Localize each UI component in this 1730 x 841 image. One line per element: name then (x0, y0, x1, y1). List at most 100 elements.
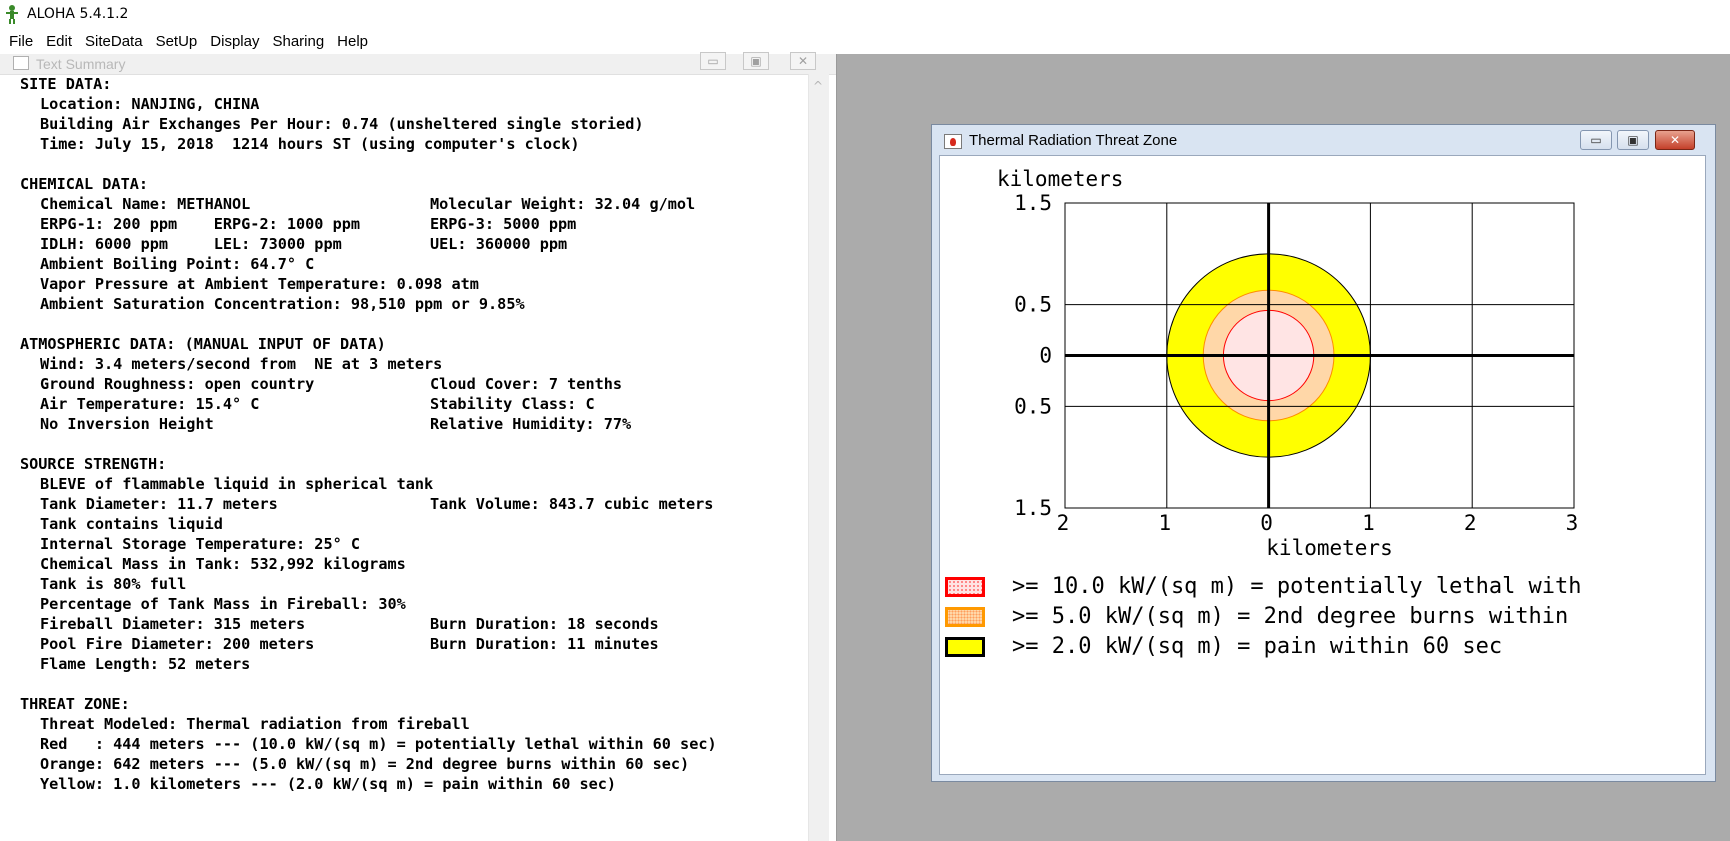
maximize-icon: ▣ (1627, 133, 1639, 147)
summary-line: Fireball Diameter: 315 meters Burn Durati… (20, 614, 808, 634)
summary-field: Ambient Saturation Concentration: 98,510… (40, 295, 525, 313)
menu-edit[interactable]: Edit (46, 33, 72, 50)
legend-swatch (945, 637, 985, 657)
summary-line: Location: NANJING, CHINA (20, 94, 808, 114)
section-heading: THREAT ZONE: (20, 695, 130, 713)
summary-field: Wind: 3.4 meters/second from NE at 3 met… (40, 355, 443, 373)
summary-field: Location: NANJING, CHINA (40, 95, 260, 113)
summary-line: Building Air Exchanges Per Hour: 0.74 (u… (20, 114, 808, 134)
maximize-icon: ▣ (750, 54, 762, 68)
summary-line: ERPG-1: 200 ppm ERPG-2: 1000 ppm ERPG-3: … (20, 214, 808, 234)
section-heading: ATMOSPHERIC DATA: (MANUAL INPUT OF DATA) (20, 335, 386, 353)
section-heading: CHEMICAL DATA: (20, 175, 149, 193)
summary-field: Building Air Exchanges Per Hour: 0.74 (u… (40, 115, 644, 133)
vertical-scrollbar[interactable]: ^ (808, 74, 829, 841)
summary-line: Tank Diameter: 11.7 meters Tank Volume: 8… (20, 494, 808, 514)
legend-item: >= 10.0 kW/(sq m) = potentially lethal w… (940, 574, 1705, 604)
summary-field: Flame Length: 52 meters (40, 655, 251, 673)
summary-field: ERPG-1: 200 ppm ERPG-2: 1000 ppm (40, 215, 361, 233)
summary-line: Ground Roughness: open country Cloud Cove… (20, 374, 808, 394)
legend-swatch (945, 577, 985, 597)
summary-line: Wind: 3.4 meters/second from NE at 3 met… (20, 354, 808, 374)
summary-field-right: Cloud Cover: 7 tenths (430, 375, 623, 393)
summary-field-right: UEL: 360000 ppm (430, 235, 568, 253)
summary-line: Time: July 15, 2018 1214 hours ST (using… (20, 134, 808, 154)
summary-field: No Inversion Height (40, 415, 214, 433)
tz-minimize-button[interactable]: ▭ (1580, 130, 1612, 150)
summary-field: Air Temperature: 15.4° C (40, 395, 260, 413)
mdi-workspace: Text Summary ▭ ▣ ✕ SITE DATA: Location: N… (0, 52, 1730, 841)
summary-field: Threat Modeled: Thermal radiation from f… (40, 715, 470, 733)
summary-line: BLEVE of flammable liquid in spherical t… (20, 474, 808, 494)
legend-label: >= 5.0 kW/(sq m) = 2nd degree burns with… (1012, 604, 1569, 629)
menu-display[interactable]: Display (210, 33, 259, 50)
legend-item: >= 5.0 kW/(sq m) = 2nd degree burns with… (940, 604, 1705, 634)
legend-label: >= 10.0 kW/(sq m) = potentially lethal w… (1012, 574, 1582, 599)
summary-field: Fireball Diameter: 315 meters (40, 615, 306, 633)
x-tick-label: 3 (1566, 511, 1579, 535)
summary-line: Vapor Pressure at Ambient Temperature: 0… (20, 274, 808, 294)
summary-field: Ambient Boiling Point: 64.7° C (40, 255, 315, 273)
menu-help[interactable]: Help (337, 33, 368, 50)
legend-label: >= 2.0 kW/(sq m) = pain within 60 sec (1012, 634, 1503, 659)
summary-field: Time: July 15, 2018 1214 hours ST (using… (40, 135, 580, 153)
close-icon: ✕ (1669, 133, 1681, 147)
minimize-icon: ▭ (707, 54, 719, 68)
summary-line: No Inversion Height Relative Humidity: 77… (20, 414, 808, 434)
y-axis-label: kilometers (997, 167, 1123, 191)
summary-field-right: Stability Class: C (430, 395, 595, 413)
menu-sitedata[interactable]: SiteData (85, 33, 143, 50)
tz-close-button[interactable]: ✕ (1655, 130, 1695, 150)
tz-maximize-button[interactable]: ▣ (1617, 130, 1649, 150)
threat-zone-window: Thermal Radiation Threat Zone ▭ ▣ ✕ kilo… (931, 124, 1716, 782)
menu-setup[interactable]: SetUp (156, 33, 198, 50)
summary-line: Yellow: 1.0 kilometers --- (2.0 kW/(sq m… (20, 774, 808, 794)
menu-sharing[interactable]: Sharing (272, 33, 324, 50)
summary-field: Vapor Pressure at Ambient Temperature: 0… (40, 275, 479, 293)
summary-line: Tank is 80% full (20, 574, 808, 594)
aloha-logo-icon (6, 5, 18, 24)
threat-zone-chart: kilometers1.50.500.51.52 1 0 1 2 3kilometers (997, 167, 1579, 560)
x-tick-label: 2 (1057, 511, 1070, 535)
close-button[interactable]: ✕ (790, 52, 816, 70)
summary-line: Pool Fire Diameter: 200 meters Burn Durat… (20, 634, 808, 654)
summary-field-right: ERPG-3: 5000 ppm (430, 215, 577, 233)
summary-line: Percentage of Tank Mass in Fireball: 30% (20, 594, 808, 614)
threat-zone-titlebar: Thermal Radiation Threat Zone ▭ ▣ ✕ (932, 125, 1715, 155)
text-summary-titlebar: Text Summary ▭ ▣ ✕ (0, 52, 836, 75)
x-axis-label: kilometers (1266, 536, 1392, 560)
scroll-up-arrow-icon[interactable]: ^ (813, 79, 823, 93)
x-tick-label: 2 (1464, 511, 1477, 535)
summary-line: Internal Storage Temperature: 25° C (20, 534, 808, 554)
threat-zone-plot-area: kilometers 1.5 0.5 0 0.5 1.5 2 1 0 1 2 3 kilometers … (939, 155, 1706, 775)
legend-swatch (945, 607, 985, 627)
y-tick-label: 0 (1039, 344, 1052, 368)
summary-line: Chemical Name: METHANOL Molecular Weight:… (20, 194, 808, 214)
summary-field-right: Relative Humidity: 77% (430, 415, 632, 433)
summary-field: BLEVE of flammable liquid in spherical t… (40, 475, 434, 493)
summary-field: Pool Fire Diameter: 200 meters (40, 635, 315, 653)
fire-icon (944, 134, 962, 149)
summary-line: Threat Modeled: Thermal radiation from f… (20, 714, 808, 734)
text-summary-window: Text Summary ▭ ▣ ✕ SITE DATA: Location: N… (0, 52, 837, 841)
minimize-icon: ▭ (1590, 133, 1602, 147)
summary-field: IDLH: 6000 ppm LEL: 73000 ppm (40, 235, 342, 253)
maximize-button[interactable]: ▣ (743, 52, 769, 70)
summary-field: Yellow: 1.0 kilometers --- (2.0 kW/(sq m… (40, 775, 617, 793)
summary-line: Flame Length: 52 meters (20, 654, 808, 674)
section-heading: SOURCE STRENGTH: (20, 455, 167, 473)
summary-field: Chemical Mass in Tank: 532,992 kilograms (40, 555, 406, 573)
summary-field: Orange: 642 meters --- (5.0 kW/(sq m) = … (40, 755, 690, 773)
app-title: ALOHA 5.4.1.2 (27, 6, 129, 22)
menu-file[interactable]: File (9, 33, 33, 50)
text-summary-content: SITE DATA: Location: NANJING, CHINA Buildi… (20, 74, 808, 841)
x-tick-label: 1 (1158, 511, 1171, 535)
minimize-button[interactable]: ▭ (700, 52, 726, 70)
close-icon: ✕ (797, 54, 809, 68)
x-tick-label: 1 (1362, 511, 1375, 535)
summary-field-right: Tank Volume: 843.7 cubic meters (430, 495, 714, 513)
y-tick-label: 1.5 (1014, 496, 1052, 520)
summary-line: Orange: 642 meters --- (5.0 kW/(sq m) = … (20, 754, 808, 774)
summary-field: Ground Roughness: open country (40, 375, 315, 393)
summary-field: Tank Diameter: 11.7 meters (40, 495, 278, 513)
